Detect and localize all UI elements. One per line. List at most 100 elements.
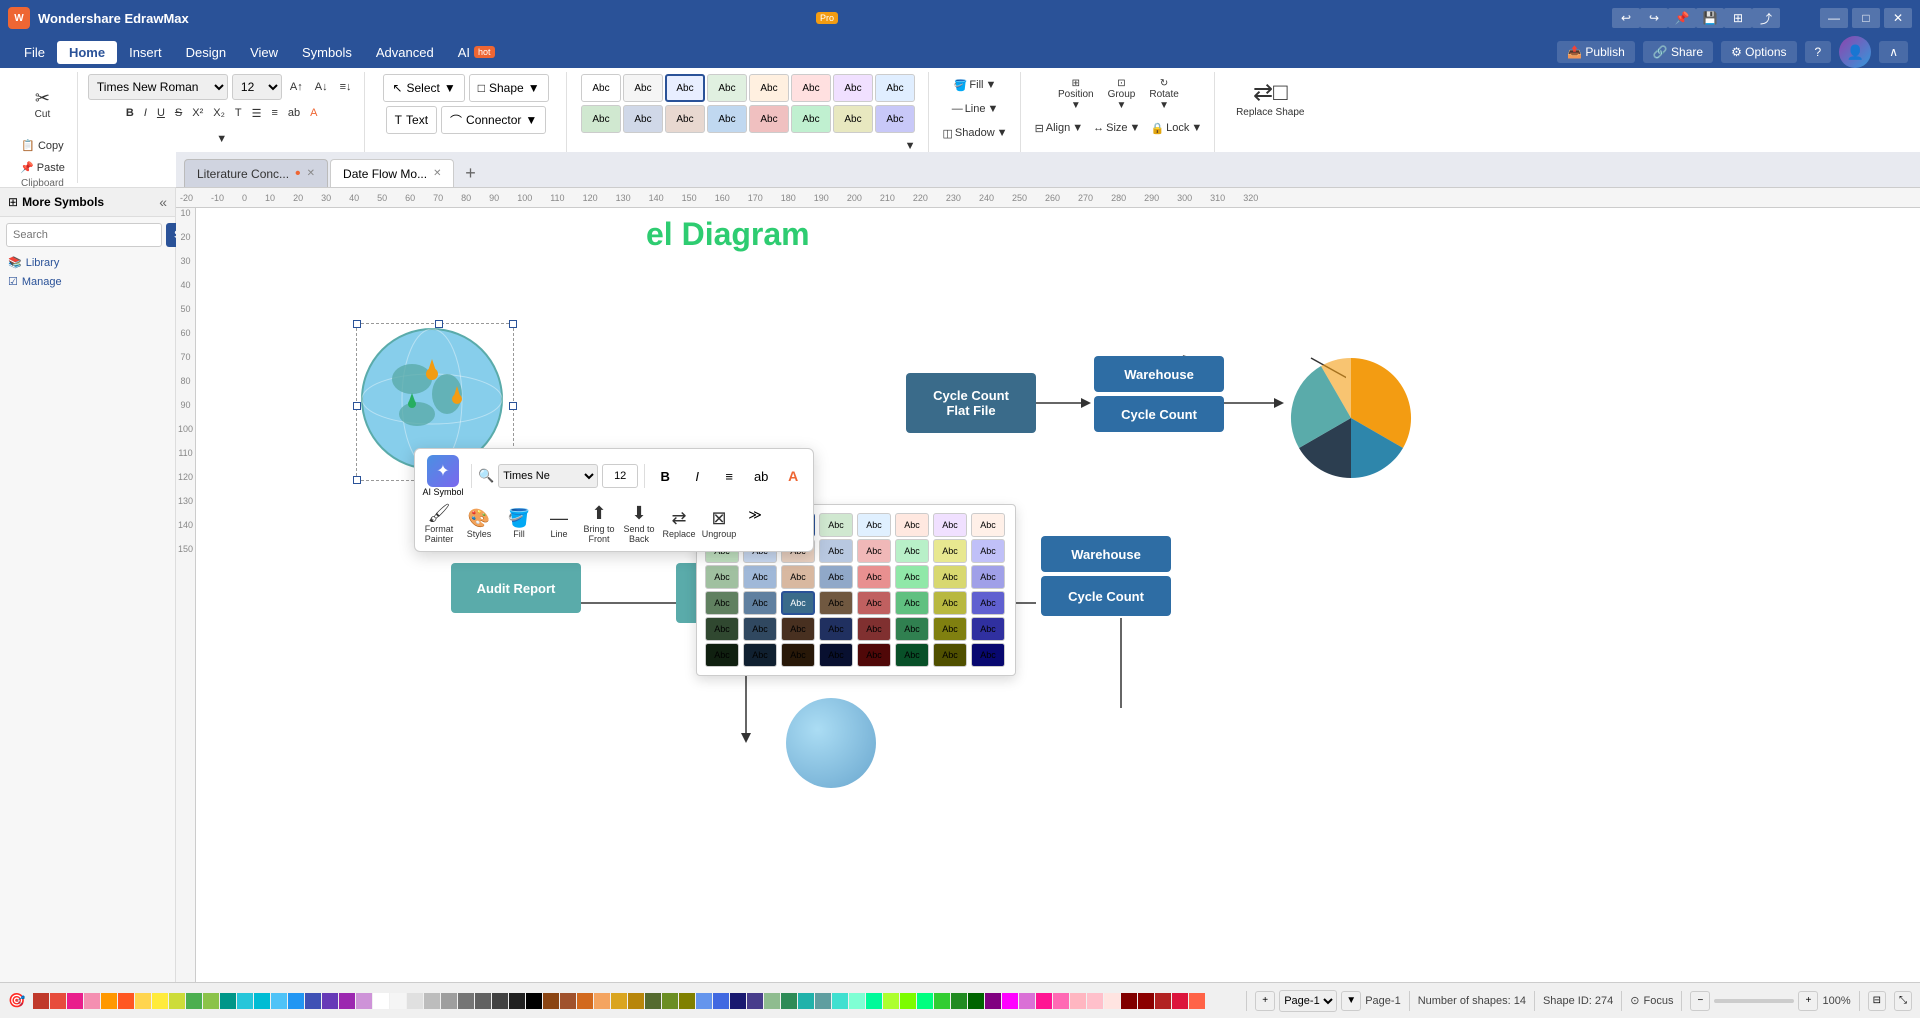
- color-darker-gray[interactable]: [475, 993, 491, 1009]
- pop-sw-31[interactable]: Abc: [933, 591, 967, 615]
- maximize-btn[interactable]: □: [1852, 8, 1880, 28]
- color-forest-green[interactable]: [951, 993, 967, 1009]
- color-yellow[interactable]: [152, 993, 168, 1009]
- swatch-7[interactable]: Abc: [833, 74, 873, 102]
- color-goldenrod[interactable]: [611, 993, 627, 1009]
- color-sandy[interactable]: [594, 993, 610, 1009]
- color-cornflower[interactable]: [696, 993, 712, 1009]
- paste-btn[interactable]: 📌 Paste: [16, 156, 69, 178]
- pop-sw-25[interactable]: Abc: [705, 591, 739, 615]
- canvas[interactable]: el Diagram: [196, 208, 1920, 982]
- pop-sw-42[interactable]: Abc: [743, 643, 777, 667]
- ft-fill-btn[interactable]: 🪣 Fill: [501, 501, 537, 545]
- color-picker-icon[interactable]: 🎯: [8, 992, 25, 1009]
- color-misty-rose[interactable]: [1104, 993, 1120, 1009]
- color-firebrick[interactable]: [1155, 993, 1171, 1009]
- color-light-gray[interactable]: [407, 993, 423, 1009]
- font-color-btn[interactable]: A: [306, 102, 321, 124]
- ft-collapse-btn[interactable]: ≫: [741, 501, 769, 529]
- color-pink[interactable]: [67, 993, 83, 1009]
- color-white[interactable]: [373, 993, 389, 1009]
- color-green[interactable]: [186, 993, 202, 1009]
- cut-btn[interactable]: ✂ Cut: [24, 74, 60, 134]
- color-cadet-blue[interactable]: [815, 993, 831, 1009]
- pop-sw-32[interactable]: Abc: [971, 591, 1005, 615]
- replace-shape-btn[interactable]: ⇄□ Replace Shape: [1225, 74, 1315, 122]
- font-align-btn[interactable]: ≡↓: [336, 76, 356, 98]
- ft-bold-btn[interactable]: B: [651, 462, 679, 490]
- color-maroon[interactable]: [1121, 993, 1137, 1009]
- color-aquamarine[interactable]: [849, 993, 865, 1009]
- pop-sw-47[interactable]: Abc: [933, 643, 967, 667]
- font-grow-btn[interactable]: A↑: [286, 76, 307, 98]
- share-btn2[interactable]: ⤴: [1752, 8, 1780, 28]
- save-btn[interactable]: 💾: [1696, 8, 1724, 28]
- color-black[interactable]: [526, 993, 542, 1009]
- search-input[interactable]: [6, 223, 162, 247]
- group-btn[interactable]: ⊡ Group ▼: [1102, 74, 1142, 115]
- line-style-btn[interactable]: — Line ▼: [948, 98, 1003, 120]
- warehouse-box-top[interactable]: Warehouse: [1094, 356, 1224, 392]
- color-magenta[interactable]: [1002, 993, 1018, 1009]
- collapse-btn[interactable]: ∧: [1879, 41, 1908, 63]
- strikethrough-btn[interactable]: S: [171, 102, 186, 124]
- swatch-14[interactable]: Abc: [791, 105, 831, 133]
- color-spring-green2[interactable]: [917, 993, 933, 1009]
- ft-ab-btn[interactable]: ab: [747, 462, 775, 490]
- color-purple2[interactable]: [985, 993, 1001, 1009]
- color-spring-green[interactable]: [866, 993, 882, 1009]
- pop-sw-13[interactable]: Abc: [857, 539, 891, 563]
- pop-sw-43[interactable]: Abc: [781, 643, 815, 667]
- ft-ai-symbol-btn[interactable]: ✦ AI Symbol: [421, 455, 465, 497]
- font-shrink-btn[interactable]: A↓: [311, 76, 332, 98]
- color-lawn-green[interactable]: [900, 993, 916, 1009]
- text-btn[interactable]: T Text: [386, 106, 437, 134]
- bold-btn[interactable]: B: [122, 102, 138, 124]
- handle-tl[interactable]: [353, 320, 361, 328]
- pop-sw-6[interactable]: Abc: [895, 513, 929, 537]
- pop-sw-45[interactable]: Abc: [857, 643, 891, 667]
- handle-mr[interactable]: [509, 402, 517, 410]
- color-deep-purple[interactable]: [322, 993, 338, 1009]
- pop-sw-35[interactable]: Abc: [781, 617, 815, 641]
- color-lime[interactable]: [169, 993, 185, 1009]
- position-btn[interactable]: ⊞ Position ▼: [1052, 74, 1100, 115]
- ft-size-input[interactable]: [602, 464, 638, 488]
- color-light-sea[interactable]: [798, 993, 814, 1009]
- color-hot-pink[interactable]: [1053, 993, 1069, 1009]
- color-cyan2[interactable]: [254, 993, 270, 1009]
- pop-sw-18[interactable]: Abc: [743, 565, 777, 589]
- color-mid-gray[interactable]: [441, 993, 457, 1009]
- ft-styles-btn[interactable]: 🎨 Styles: [461, 501, 497, 545]
- color-dark-green[interactable]: [968, 993, 984, 1009]
- connector-btn[interactable]: ⌒ Connector ▼: [441, 106, 546, 134]
- zoom-out-btn[interactable]: −: [1690, 991, 1710, 1011]
- swatch-9[interactable]: Abc: [581, 105, 621, 133]
- color-turquoise[interactable]: [832, 993, 848, 1009]
- swatch-11[interactable]: Abc: [665, 105, 705, 133]
- pin-btn[interactable]: 📌: [1668, 8, 1696, 28]
- swatch-3[interactable]: Abc: [665, 74, 705, 102]
- swatch-13[interactable]: Abc: [749, 105, 789, 133]
- swatch-1[interactable]: Abc: [581, 74, 621, 102]
- lock-btn[interactable]: 🔒 Lock ▼: [1146, 117, 1206, 139]
- color-midnight[interactable]: [730, 993, 746, 1009]
- page-list-btn[interactable]: ▼: [1341, 991, 1361, 1011]
- pop-sw-8[interactable]: Abc: [971, 513, 1005, 537]
- close-btn[interactable]: ✕: [1884, 8, 1912, 28]
- shadow-btn[interactable]: ◫ Shadow ▼: [939, 122, 1012, 144]
- tab-literature[interactable]: Literature Conc... • ✕: [184, 159, 328, 187]
- color-purple[interactable]: [339, 993, 355, 1009]
- color-purple-light[interactable]: [356, 993, 372, 1009]
- fit-page-btn[interactable]: ⊟: [1868, 991, 1886, 1011]
- cycle-count-flat-file-box[interactable]: Cycle CountFlat File: [906, 373, 1036, 433]
- color-red-dark[interactable]: [33, 993, 49, 1009]
- color-brown[interactable]: [543, 993, 559, 1009]
- pop-sw-30[interactable]: Abc: [895, 591, 929, 615]
- page-add-btn[interactable]: +: [1255, 991, 1275, 1011]
- pop-sw-24[interactable]: Abc: [971, 565, 1005, 589]
- publish-btn[interactable]: 📤 Publish: [1557, 41, 1635, 63]
- pop-sw-39[interactable]: Abc: [933, 617, 967, 641]
- color-light-pink[interactable]: [1070, 993, 1086, 1009]
- color-cyan[interactable]: [237, 993, 253, 1009]
